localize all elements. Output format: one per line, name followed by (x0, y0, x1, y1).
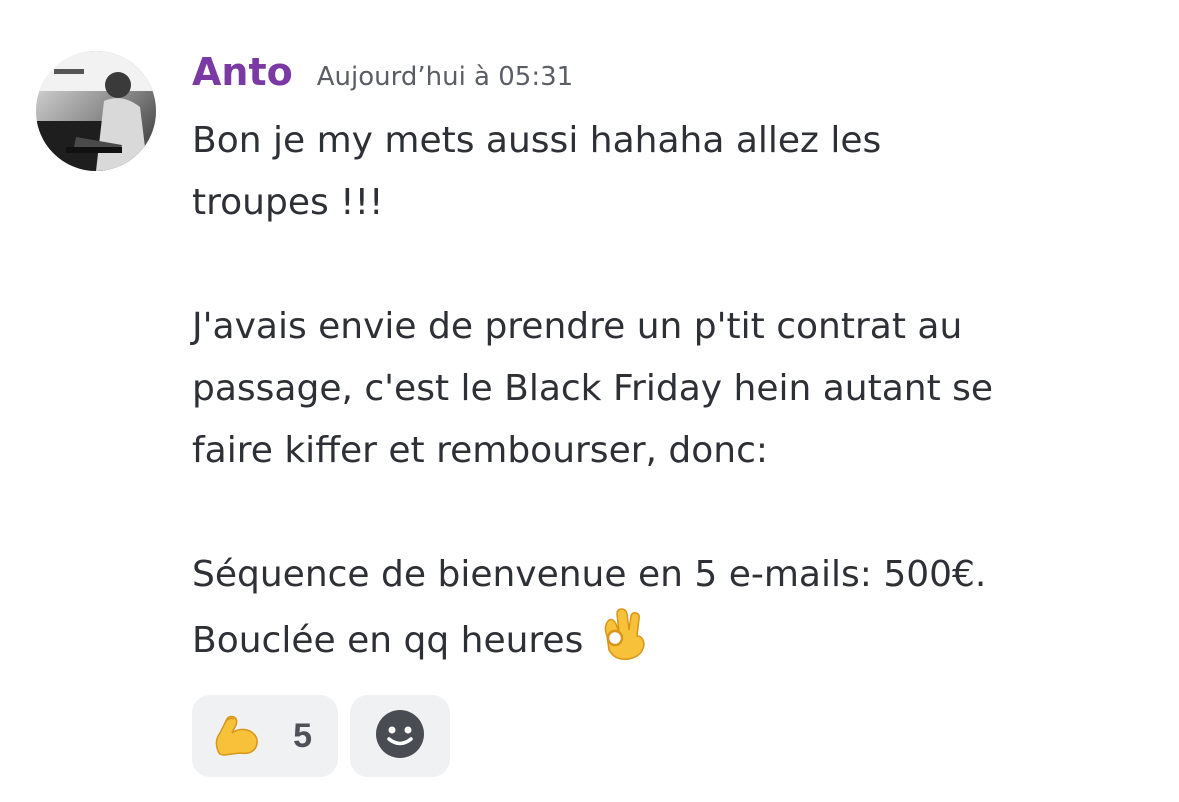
message-line: Bon je my mets aussi hahaha allez les (192, 120, 882, 161)
chat-message: Anto Aujourd’hui à 05:31 Bon je my mets … (0, 0, 1179, 802)
add-reaction-button[interactable] (350, 695, 450, 777)
reaction-flexed-biceps[interactable]: 5 (192, 695, 338, 777)
message-line-last: Bouclée en qq heures (192, 606, 1152, 682)
message-line: passage, c'est le Black Friday hein auta… (192, 368, 994, 409)
avatar[interactable] (36, 51, 156, 171)
reaction-count: 5 (293, 716, 312, 755)
message-line: troupes !!! (192, 182, 384, 223)
message-line: faire kiffer et rembourser, donc: (192, 430, 769, 471)
message-line-text: Bouclée en qq heures (192, 620, 584, 661)
author-name[interactable]: Anto (192, 50, 293, 94)
message-timestamp: Aujourd’hui à 05:31 (316, 62, 574, 92)
avatar-photo (36, 51, 156, 171)
message-line: J'avais envie de prendre un p'tit contra… (192, 306, 963, 347)
message-content: Bon je my mets aussi hahaha allez les tr… (192, 110, 1152, 682)
flexed-biceps-icon (210, 711, 262, 761)
ok-hand-icon (597, 606, 649, 682)
message-line: Séquence de bienvenue en 5 e-mails: 500€… (192, 554, 987, 595)
add-reaction-icon (374, 708, 426, 764)
message-header: Anto Aujourd’hui à 05:31 (192, 50, 573, 102)
reactions-bar: 5 (192, 695, 450, 777)
